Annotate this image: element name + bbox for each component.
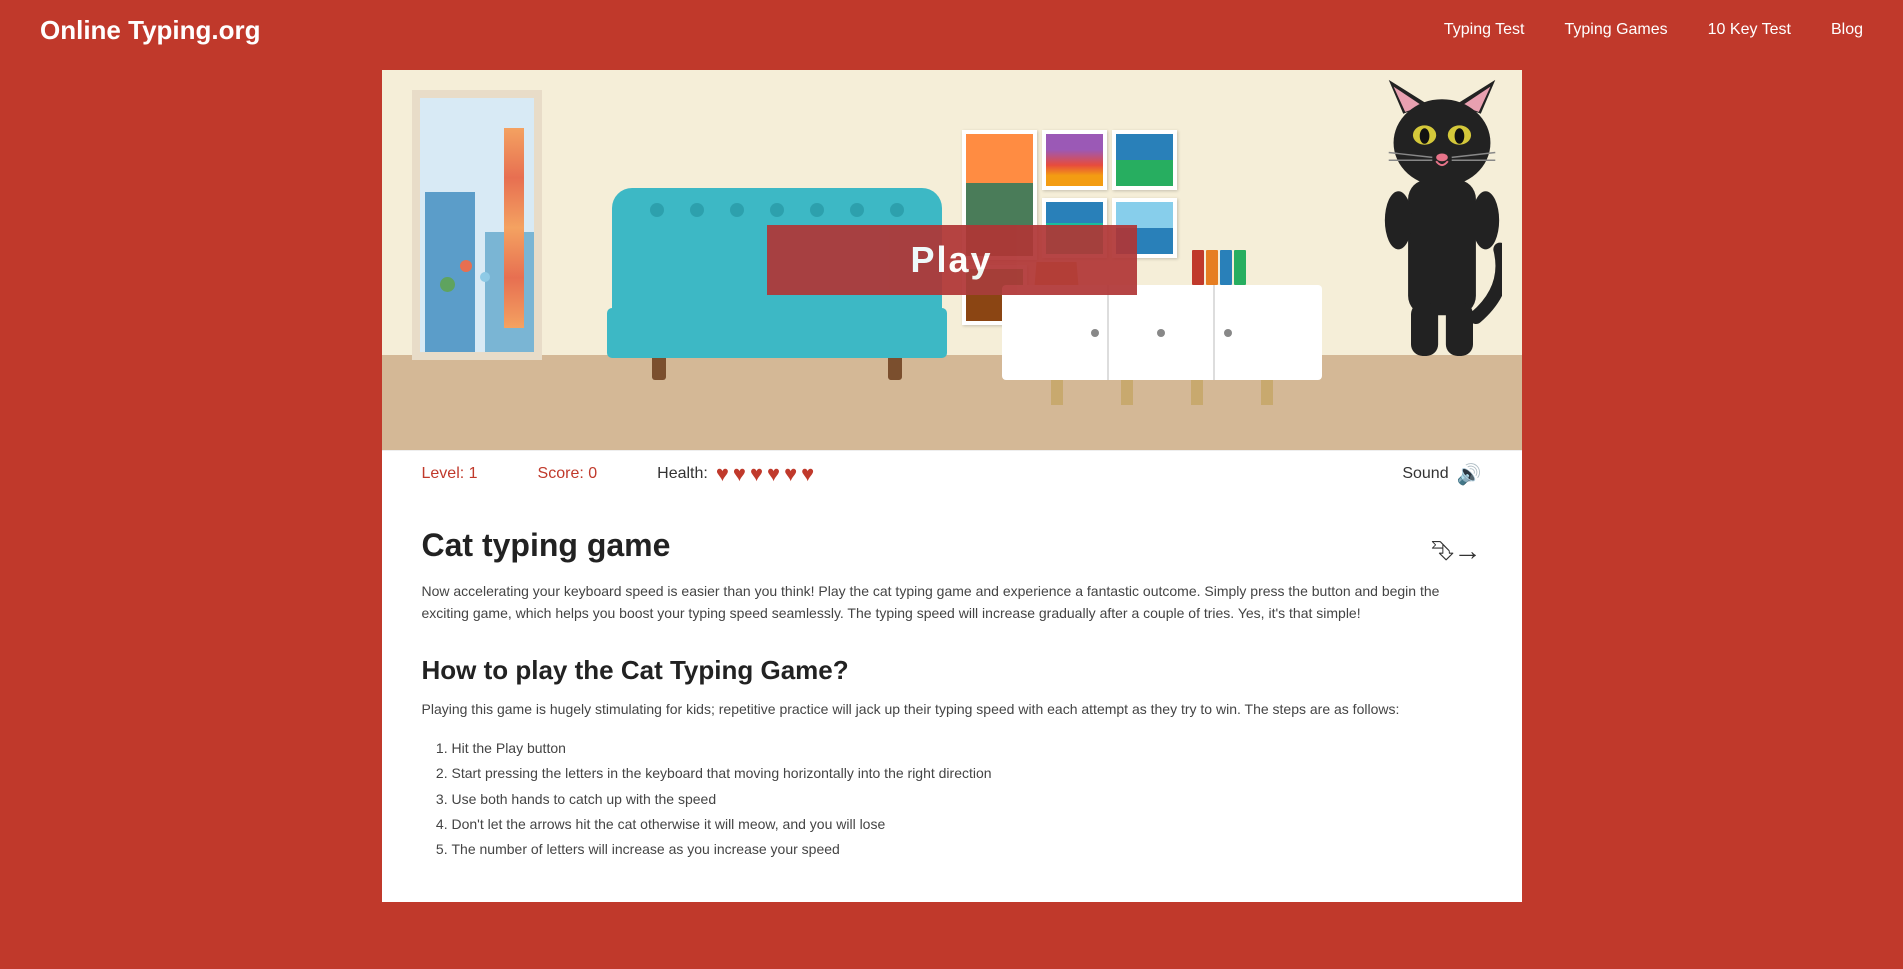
- content-area: Cat typing game ⮷→ Now accelerating your…: [382, 497, 1522, 902]
- dot-1: [1091, 329, 1099, 337]
- level-display: Level: 1: [422, 465, 478, 483]
- book-3: [1220, 250, 1232, 285]
- leg-3: [1191, 380, 1203, 405]
- sofa-btn-1: [650, 203, 664, 217]
- sofa-btn-3: [730, 203, 744, 217]
- building-1: [425, 192, 475, 352]
- site-logo[interactable]: Online Typing.org: [40, 15, 261, 46]
- heart-6: ♥: [801, 461, 814, 487]
- play-button-label: Play: [910, 239, 992, 281]
- step-3: Use both hands to catch up with the spee…: [452, 787, 1482, 812]
- sound-section: Sound 🔊: [1402, 462, 1481, 487]
- book-4: [1234, 250, 1246, 285]
- nav-blog[interactable]: Blog: [1831, 21, 1863, 39]
- books: [1192, 250, 1246, 285]
- nav-typing-games[interactable]: Typing Games: [1565, 21, 1668, 39]
- how-to-title: How to play the Cat Typing Game?: [422, 655, 1482, 686]
- heart-4: ♥: [767, 461, 780, 487]
- dot-2: [1157, 329, 1165, 337]
- sofa-btn-7: [890, 203, 904, 217]
- heart-5: ♥: [784, 461, 797, 487]
- score-display: Score: 0: [538, 465, 598, 483]
- game-area: Play: [382, 70, 1522, 450]
- step-5: The number of letters will increase as y…: [452, 837, 1482, 862]
- sofa-seat: [607, 308, 947, 358]
- book-2: [1206, 250, 1218, 285]
- cabinet-dots: [1002, 333, 1322, 341]
- steps-list: Hit the Play button Start pressing the l…: [452, 736, 1482, 862]
- sofa-leg-1: [652, 358, 666, 380]
- title-row: Cat typing game ⮷→: [422, 527, 1482, 580]
- sofa-leg-2: [888, 358, 902, 380]
- step-1: Hit the Play button: [452, 736, 1482, 761]
- sound-label: Sound: [1402, 465, 1448, 483]
- main-container: Play Level: 1 Score: 0 Health: ♥ ♥ ♥ ♥ ♥…: [382, 70, 1522, 902]
- sofa-btn-2: [690, 203, 704, 217]
- picture-mountain: [1112, 130, 1177, 190]
- how-to-intro: Playing this game is hugely stimulating …: [422, 698, 1482, 720]
- hearts-display: ♥ ♥ ♥ ♥ ♥ ♥: [716, 461, 814, 487]
- leg-4: [1261, 380, 1273, 405]
- circle-2: [460, 260, 472, 272]
- nav-10-key-test[interactable]: 10 Key Test: [1708, 21, 1791, 39]
- circle-3: [480, 272, 490, 282]
- game-description: Now accelerating your keyboard speed is …: [422, 580, 1482, 625]
- room-background: Play: [382, 70, 1522, 450]
- main-nav: Typing Test Typing Games 10 Key Test Blo…: [1444, 21, 1863, 39]
- cabinet: [1002, 285, 1322, 380]
- sound-icon[interactable]: 🔊: [1457, 462, 1482, 487]
- health-section: Health: ♥ ♥ ♥ ♥ ♥ ♥: [657, 461, 814, 487]
- heart-1: ♥: [716, 461, 729, 487]
- sofa-legs: [612, 358, 942, 380]
- header: Online Typing.org Typing Test Typing Gam…: [0, 0, 1903, 60]
- step-2: Start pressing the letters in the keyboa…: [452, 761, 1482, 786]
- window-stripe: [504, 128, 524, 328]
- cabinet-legs: [1002, 380, 1322, 405]
- sofa-btn-4: [770, 203, 784, 217]
- circle-1: [440, 277, 455, 292]
- next-arrow-icon[interactable]: ⮷→: [1431, 535, 1481, 568]
- book-1: [1192, 250, 1204, 285]
- sofa-buttons: [612, 203, 942, 217]
- leg-2: [1121, 380, 1133, 405]
- play-button[interactable]: Play: [767, 225, 1137, 295]
- leg-1: [1051, 380, 1063, 405]
- window-decoration: [412, 90, 542, 360]
- heart-2: ♥: [733, 461, 746, 487]
- dot-3: [1224, 329, 1232, 337]
- status-bar: Level: 1 Score: 0 Health: ♥ ♥ ♥ ♥ ♥ ♥ So…: [382, 450, 1522, 497]
- picture-sunset: [1042, 130, 1107, 190]
- cat-svg: [1382, 75, 1502, 385]
- health-label: Health:: [657, 465, 708, 483]
- game-title: Cat typing game: [422, 527, 671, 564]
- step-4: Don't let the arrows hit the cat otherwi…: [452, 812, 1482, 837]
- heart-3: ♥: [750, 461, 763, 487]
- sofa-btn-6: [850, 203, 864, 217]
- sofa-btn-5: [810, 203, 824, 217]
- cat-character: [1382, 75, 1502, 385]
- nav-typing-test[interactable]: Typing Test: [1444, 21, 1525, 39]
